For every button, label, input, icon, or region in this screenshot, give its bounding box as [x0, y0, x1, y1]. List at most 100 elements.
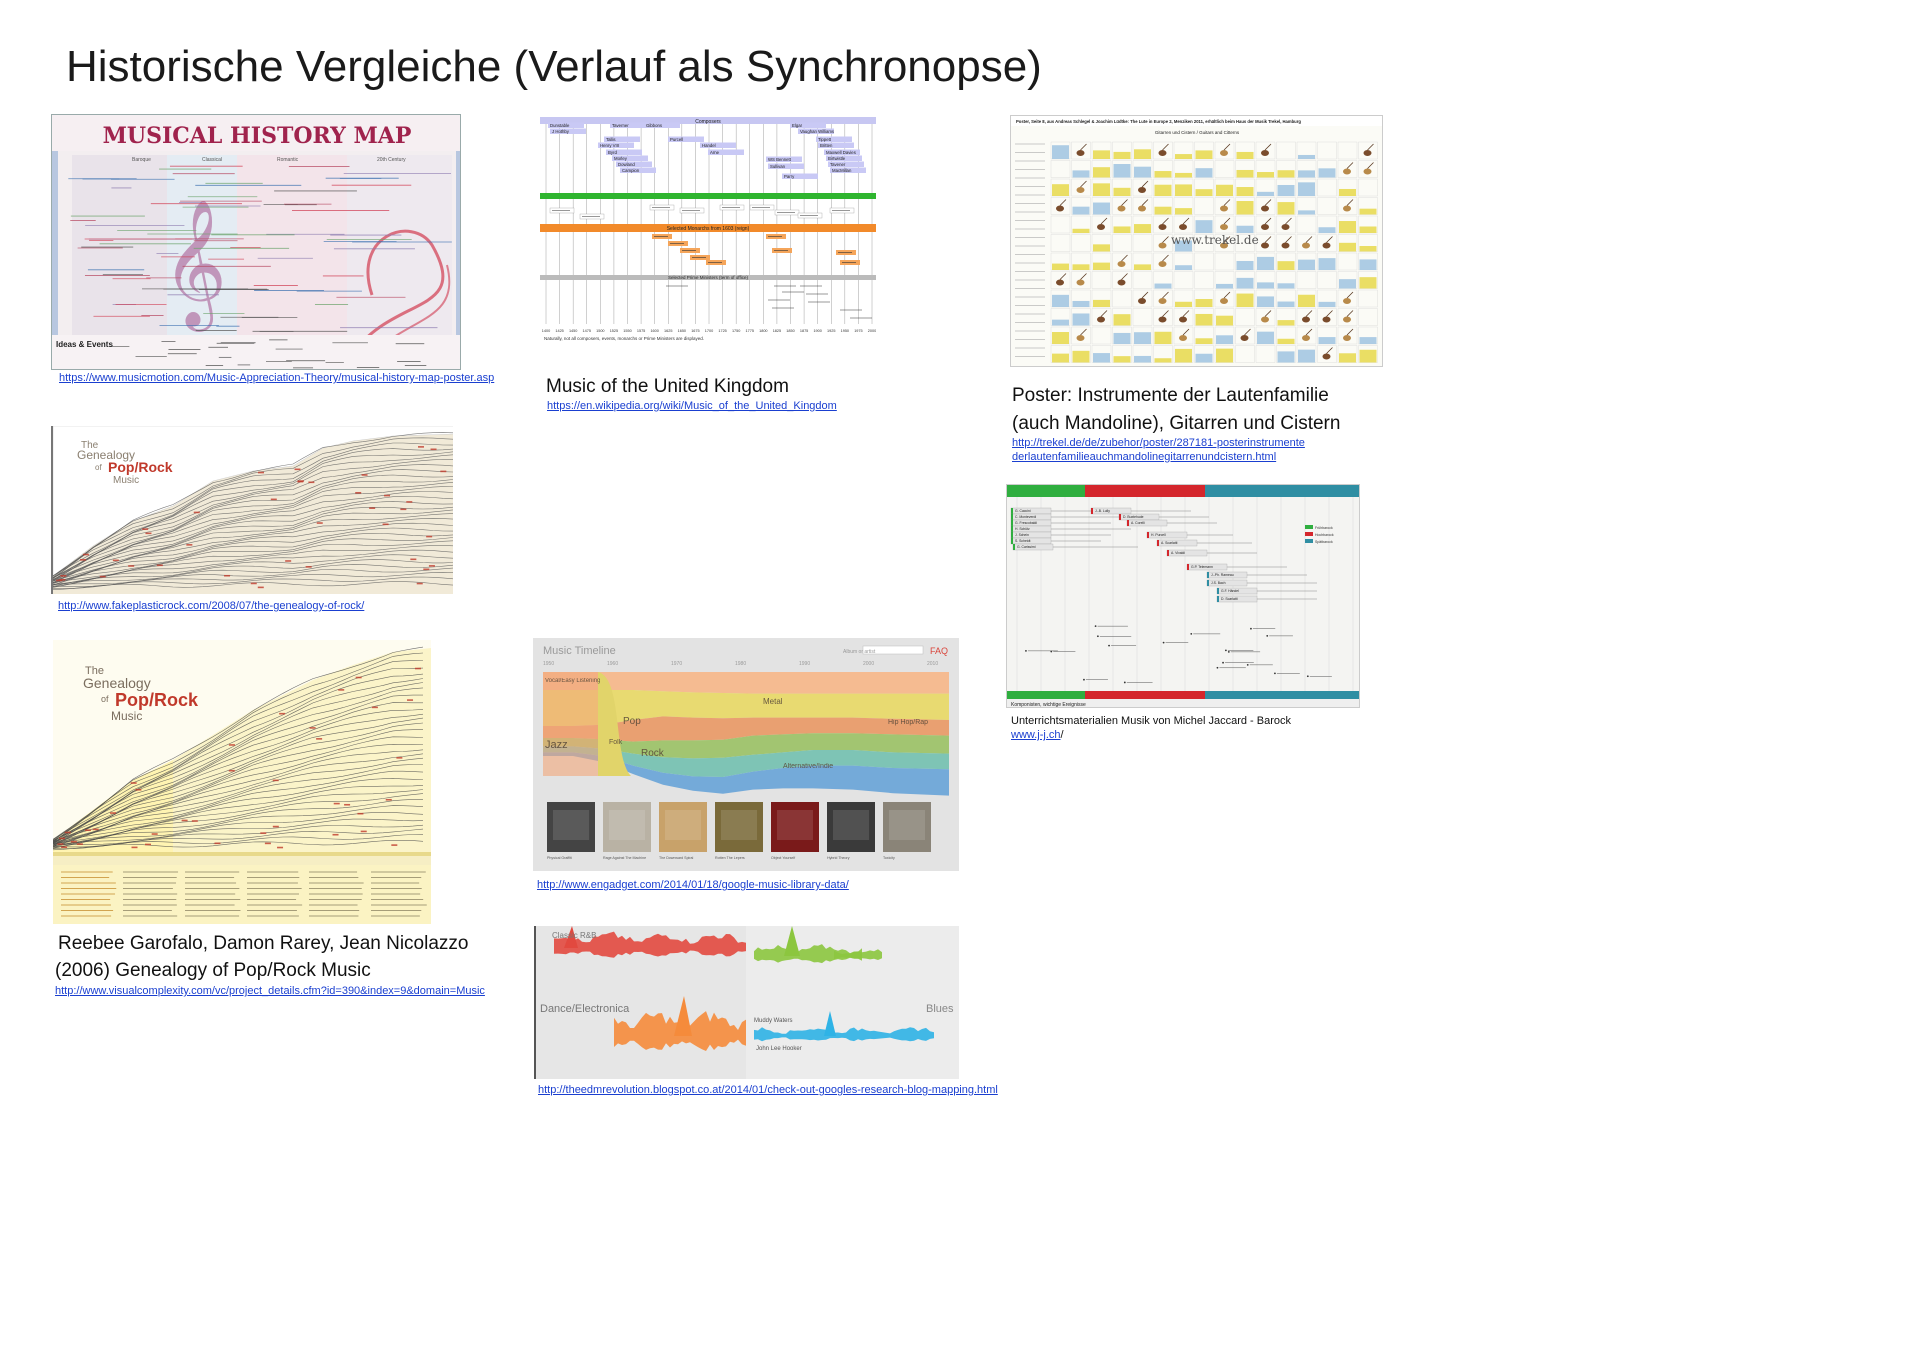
music-timeline-decade: 1960 [607, 661, 618, 667]
uk-composers-header: Composers [695, 119, 721, 125]
musical-history-map-link[interactable]: https://www.musicmotion.com/Music-Apprec… [59, 372, 494, 384]
music-timeline-title: Music Timeline [543, 645, 616, 657]
music-timeline-genre: Rock [641, 748, 665, 759]
genre-streams-link[interactable]: http://theedmrevolution.blogspot.co.at/2… [538, 1084, 998, 1096]
music-timeline-genre: Vocal/Easy Listening [545, 678, 600, 684]
baroque-link[interactable]: www.j-j.ch [1011, 729, 1061, 741]
baroque-composer: D. Buxtehude [1123, 515, 1144, 519]
music-timeline-album: Rotten The Lepers [715, 856, 745, 860]
uk-composer: J Hothby [552, 129, 570, 134]
baroque-composer: S. Scheidt [1015, 539, 1031, 543]
era-label: Classical [202, 157, 222, 163]
music-timeline-image[interactable]: Music Timeline Album or artist FAQ 1950 1… [533, 638, 959, 871]
baroque-timeline-image[interactable]: G. Caccini C. Monteverdi G. Frescobaldi H. … [1006, 484, 1360, 708]
stream-label: Dance/Electronica [540, 1003, 630, 1015]
baroque-footer-label: Komponisten, wichtige Ereignisse [1011, 702, 1086, 708]
genealogy-large-image[interactable]: The Genealogy of Pop/Rock Music [53, 640, 431, 924]
genealogy-large-caption-line-2: (2006) Genealogy of Pop/Rock Music [55, 960, 371, 981]
uk-axis-year: 2000 [868, 329, 876, 333]
uk-composer: Handel [702, 143, 716, 148]
lute-caption-line-1: Poster: Instrumente der Lautenfamilie [1012, 385, 1329, 406]
uk-axis-year: 1950 [841, 329, 849, 333]
music-timeline-decade: 1950 [543, 661, 554, 667]
uk-axis-year: 1800 [759, 329, 767, 333]
era-label: Baroque [132, 157, 151, 163]
music-uk-timeline-image[interactable]: Composers Dunstable J Hothby Taverner Talli… [540, 114, 876, 344]
baroque-link-suffix: / [1060, 729, 1064, 741]
ideas-events-label: Ideas & Events [56, 340, 113, 349]
uk-axis-year: 1450 [569, 329, 577, 333]
uk-axis-year: 1525 [610, 329, 618, 333]
baroque-composer: A. Corelli [1131, 521, 1145, 525]
music-timeline-album: The Downward Spiral [659, 856, 694, 860]
stream-label: Classic R&B [552, 931, 596, 940]
music-timeline-genre: Alternative/Indie [783, 763, 833, 770]
uk-composer: Morley [614, 156, 628, 161]
baroque-composer: H. Schütz [1015, 527, 1030, 531]
music-timeline-decade: 2010 [927, 661, 938, 667]
baroque-composer: G. Frescobaldi [1015, 521, 1037, 525]
baroque-caption: Unterrichtsmaterialien Musik von Michel … [1011, 715, 1291, 727]
page-title: Historische Vergleiche (Verlauf als Sync… [66, 42, 1042, 91]
baroque-composer: H. Purcell [1151, 533, 1166, 537]
uk-composer: Henry VIII [600, 143, 619, 148]
music-uk-link[interactable]: https://en.wikipedia.org/wiki/Music_of_t… [547, 400, 837, 412]
genealogy-small-image[interactable]: The Genealogy of Pop/Rock Music [51, 426, 453, 594]
uk-composer: Dunstable [550, 123, 570, 128]
genealogy-small-of: of [95, 463, 102, 472]
lute-link-line-2[interactable]: derlautenfamilieauchmandolinegitarrenund… [1012, 451, 1276, 463]
musical-history-map-title: MUSICAL HISTORY MAP [103, 123, 412, 149]
uk-axis-year: 1925 [827, 329, 835, 333]
svg-text:𝄞: 𝄞 [162, 198, 227, 332]
genealogy-small-link[interactable]: http://www.fakeplasticrock.com/2008/07/t… [58, 600, 364, 612]
musical-history-map-image[interactable]: 𝄞 MUSICAL HISTORY MAP Baroque Classical … [51, 114, 461, 370]
uk-axis-year: 1650 [678, 329, 686, 333]
baroque-composer: D. Scarlatti [1221, 597, 1238, 601]
genealogy-small-music: Music [113, 475, 139, 486]
baroque-legend: Frühbarock [1315, 526, 1333, 530]
genealogy-large-link[interactable]: http://www.visualcomplexity.com/vc/proje… [55, 985, 485, 997]
music-timeline-album: Hybrid Theory [827, 856, 850, 860]
uk-axis-year: 1750 [732, 329, 740, 333]
era-label: Romantic [277, 157, 299, 163]
uk-axis-year: 1550 [623, 329, 631, 333]
genealogy-large-caption-line-1: Reebee Garofalo, Damon Rarey, Jean Nicol… [58, 933, 469, 954]
uk-composer: Gibbons [646, 123, 662, 128]
baroque-legend: Spätbarock [1315, 540, 1333, 544]
uk-axis-year: 1775 [746, 329, 754, 333]
uk-composer: Britten [820, 143, 833, 148]
baroque-composer: J. Schein [1015, 533, 1029, 537]
lute-instruments-poster-image[interactable]: Poster, Seite 8, aus Andreas Schlegel & … [1010, 115, 1383, 367]
uk-axis-year: 1875 [800, 329, 808, 333]
uk-axis-year: 1900 [813, 329, 821, 333]
music-uk-caption: Music of the United Kingdom [546, 376, 789, 397]
uk-axis-year: 1625 [664, 329, 672, 333]
genealogy-large-of: of [101, 694, 109, 704]
uk-composer: Taverner [612, 123, 629, 128]
music-timeline-faq[interactable]: FAQ [930, 646, 948, 656]
genealogy-large-music: Music [111, 709, 142, 723]
music-timeline-decade: 2000 [863, 661, 874, 667]
music-timeline-genre: Hip Hop/Rap [888, 719, 928, 726]
uk-axis-year: 1475 [583, 329, 591, 333]
uk-axis-year: 1400 [542, 329, 550, 333]
genre-streams-image[interactable]: Classic R&B Dance/Electronica Blues Mudd… [534, 926, 959, 1079]
uk-composer: Birtwistle [828, 156, 846, 161]
lute-poster-subheader: Gitarren und Cistern / Guitars and Citte… [1155, 130, 1240, 135]
music-timeline-genre: Pop [623, 716, 641, 727]
stream-label: Blues [926, 1003, 954, 1015]
music-timeline-genre: Jazz [545, 739, 568, 751]
uk-axis-year: 1675 [691, 329, 699, 333]
uk-composer: Tavener [830, 162, 846, 167]
uk-composer: Arne [710, 150, 720, 155]
baroque-composer: A. Vivaldi [1171, 551, 1185, 555]
uk-composer: Sullivan [770, 164, 786, 169]
baroque-composer: J.S. Bach [1211, 581, 1226, 585]
uk-composer: Campion [622, 168, 640, 173]
era-label: 20th Century [377, 157, 406, 163]
music-timeline-decade: 1990 [799, 661, 810, 667]
baroque-composer: J.-Ph. Rameau [1211, 573, 1234, 577]
lute-link-line-1[interactable]: http://trekel.de/de/zubehor/poster/28718… [1012, 437, 1305, 449]
music-timeline-link[interactable]: http://www.engadget.com/2014/01/18/googl… [537, 879, 849, 891]
baroque-composer: G. Carissimi [1017, 545, 1036, 549]
